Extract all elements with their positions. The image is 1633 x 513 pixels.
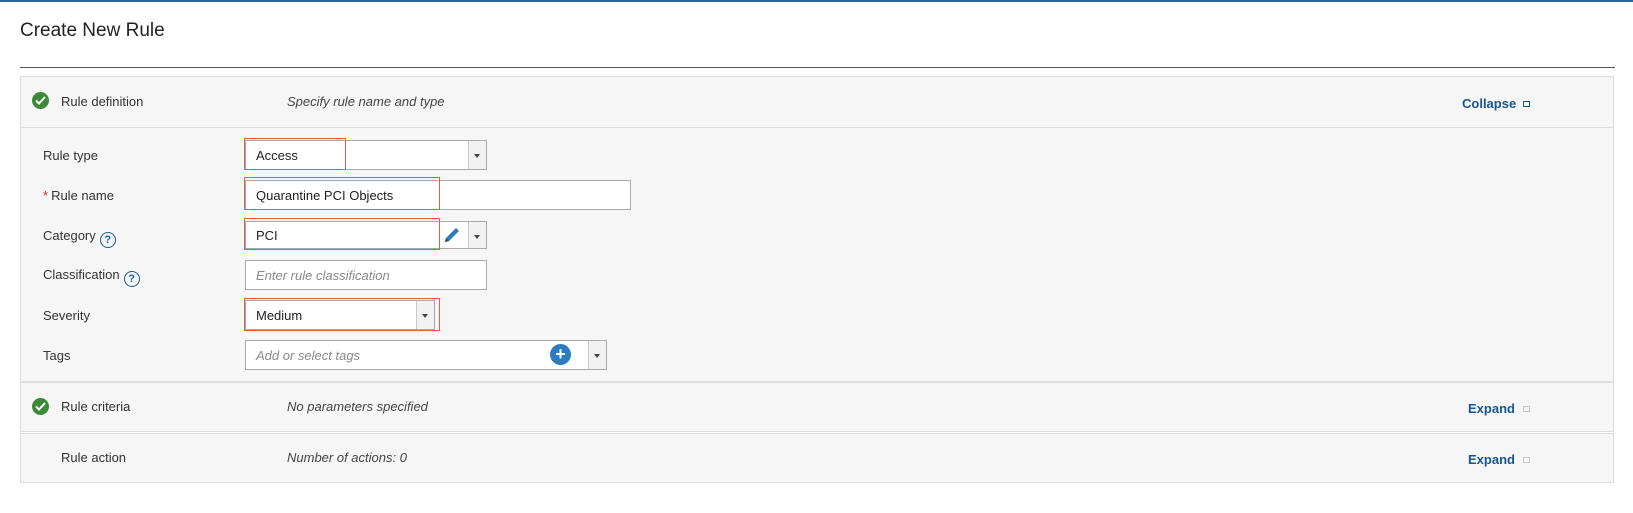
rule-action-header[interactable]: Rule action Number of actions: 0 Expand xyxy=(21,434,1613,484)
top-border xyxy=(0,0,1633,2)
rule-definition-description: Specify rule name and type xyxy=(287,94,445,109)
expand-square-icon[interactable] xyxy=(1523,457,1530,463)
help-icon[interactable]: ? xyxy=(99,232,116,248)
rule-name-label-text: Rule name xyxy=(51,188,114,203)
severity-label: Severity xyxy=(43,308,90,323)
chevron-down-icon[interactable] xyxy=(468,222,486,248)
check-circle-icon xyxy=(32,92,49,109)
rule-definition-label: Rule definition xyxy=(61,94,144,109)
rule-action-description: Number of actions: 0 xyxy=(287,450,407,465)
category-label: Category? xyxy=(43,228,116,248)
tags-label: Tags xyxy=(43,348,71,363)
rule-criteria-header[interactable]: Rule criteria No parameters specified Ex… xyxy=(21,383,1613,433)
rule-definition-panel: Rule definition Specify rule name and ty… xyxy=(20,76,1614,382)
pencil-icon[interactable] xyxy=(441,224,463,246)
category-label-text: Category xyxy=(43,228,96,243)
title-divider xyxy=(20,67,1615,68)
rule-criteria-description: No parameters specified xyxy=(287,399,428,414)
chevron-down-icon[interactable] xyxy=(416,301,434,329)
rule-name-label: * Rule name xyxy=(43,188,114,203)
classification-placeholder: Enter rule classification xyxy=(256,268,390,283)
rule-type-label: Rule type xyxy=(43,148,98,163)
severity-select[interactable]: Medium xyxy=(245,300,435,330)
check-circle-icon xyxy=(32,398,49,415)
rule-criteria-panel: Rule criteria No parameters specified Ex… xyxy=(20,382,1614,432)
rule-name-value: Quarantine PCI Objects xyxy=(256,188,394,203)
collapse-square-icon[interactable] xyxy=(1523,101,1530,107)
tags-input[interactable]: Add or select tags + xyxy=(245,340,607,370)
rule-definition-form: Rule type Access * Rule name Quarantine P… xyxy=(21,127,1613,383)
page-title: Create New Rule xyxy=(20,20,165,41)
rule-criteria-label: Rule criteria xyxy=(61,399,131,414)
tags-placeholder: Add or select tags xyxy=(256,348,361,363)
rule-action-label: Rule action xyxy=(61,450,127,465)
required-marker: * xyxy=(43,188,49,203)
plus-icon[interactable]: + xyxy=(550,344,571,365)
chevron-down-icon[interactable] xyxy=(588,341,606,369)
expand-criteria-link[interactable]: Expand xyxy=(1468,401,1515,416)
chevron-down-icon[interactable] xyxy=(468,141,486,169)
collapse-link[interactable]: Collapse xyxy=(1462,96,1516,111)
rule-definition-header[interactable]: Rule definition Specify rule name and ty… xyxy=(21,77,1613,127)
rule-type-value: Access xyxy=(256,148,298,163)
classification-label: Classification? xyxy=(43,267,140,287)
rule-name-input[interactable]: Quarantine PCI Objects xyxy=(245,180,631,210)
expand-action-link[interactable]: Expand xyxy=(1468,452,1515,467)
classification-input[interactable]: Enter rule classification xyxy=(245,260,487,290)
rule-action-panel: Rule action Number of actions: 0 Expand xyxy=(20,433,1614,483)
category-value: PCI xyxy=(256,228,278,243)
classification-label-text: Classification xyxy=(43,267,120,282)
category-select[interactable]: PCI xyxy=(245,221,487,249)
rule-type-select[interactable]: Access xyxy=(245,140,487,170)
expand-square-icon[interactable] xyxy=(1523,406,1530,412)
severity-value: Medium xyxy=(256,308,303,323)
help-icon[interactable]: ? xyxy=(123,271,140,287)
